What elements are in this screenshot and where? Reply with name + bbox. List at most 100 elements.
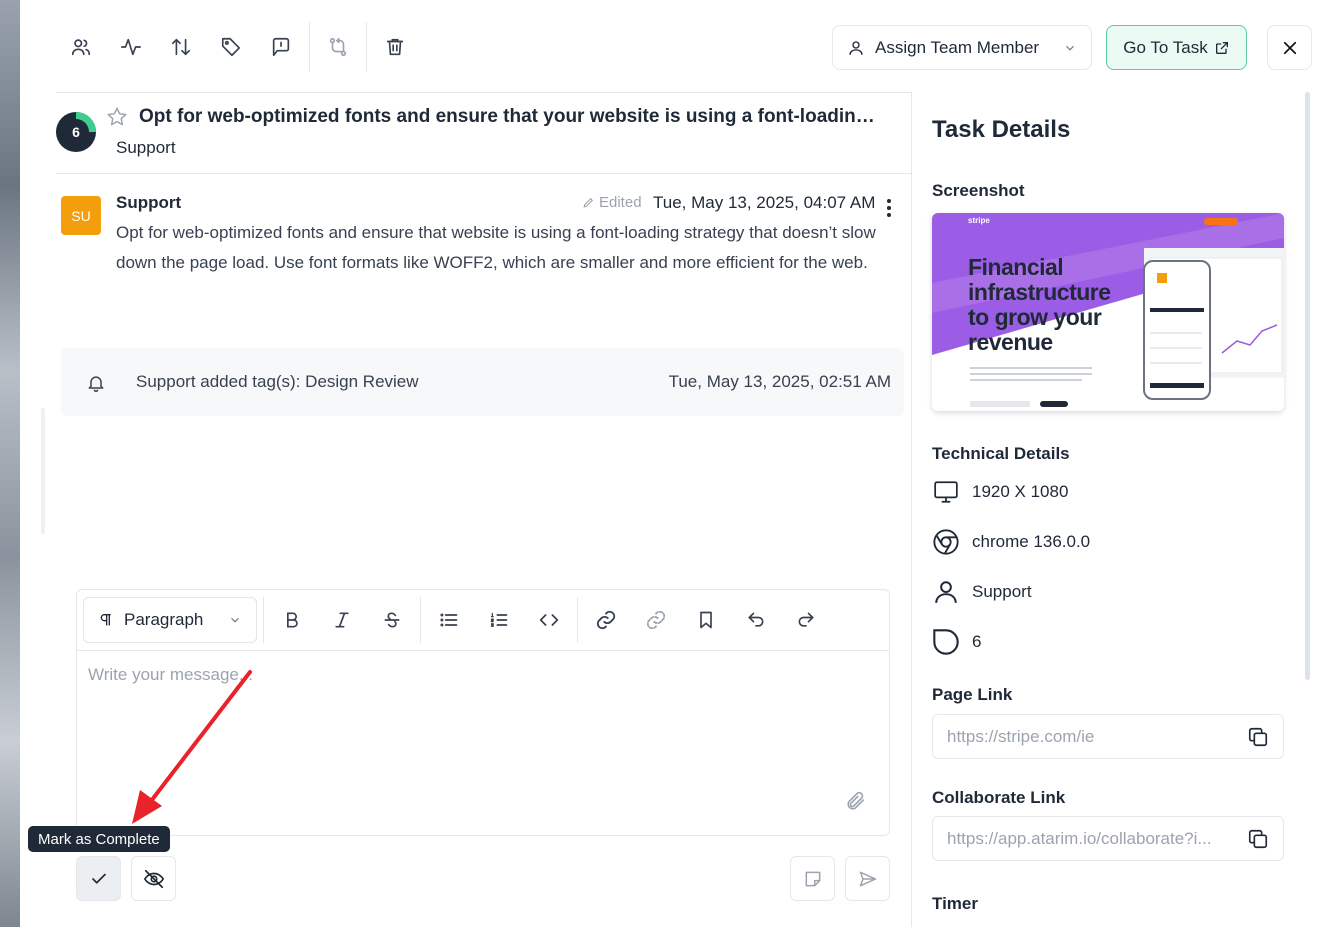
pencil-icon — [583, 197, 594, 208]
send-button[interactable] — [845, 856, 890, 901]
message-body: Opt for web-optimized fonts and ensure t… — [116, 223, 876, 272]
mark-complete-tooltip: Mark as Complete — [28, 826, 170, 852]
redo-icon — [798, 612, 814, 627]
strikethrough-icon — [384, 612, 400, 628]
redo-button[interactable] — [781, 597, 831, 643]
bullet-list-button[interactable] — [424, 597, 474, 643]
task-number-badge: 6 — [56, 112, 96, 152]
copy-icon[interactable] — [1247, 828, 1269, 850]
task-count-icon — [932, 628, 960, 656]
link-icon — [596, 610, 616, 630]
message-date: Tue, May 13, 2025, 04:07 AM — [653, 193, 876, 212]
collaborate-link-value: https://app.atarim.io/collaborate?i... — [947, 828, 1212, 848]
resolution-value: 1920 X 1080 — [972, 482, 1069, 501]
sort-icon[interactable] — [156, 22, 206, 72]
go-to-task-label: Go To Task — [1123, 37, 1208, 57]
message-author: Support — [116, 193, 182, 212]
bullet-list-icon — [440, 613, 458, 627]
monitor-icon — [932, 478, 960, 506]
assign-label: Assign Team Member — [875, 37, 1040, 57]
edited-label: Edited — [599, 194, 642, 211]
timer-label: Timer — [932, 894, 978, 913]
task-number: 6 — [72, 124, 80, 140]
browser-row: chrome 136.0.0 — [932, 527, 1090, 557]
tag-icon[interactable] — [206, 22, 256, 72]
paragraph-label: Paragraph — [124, 610, 204, 629]
avatar: SU — [61, 196, 101, 235]
undo-icon — [748, 612, 764, 627]
trash-icon[interactable] — [370, 22, 420, 72]
task-number-value: 6 — [972, 632, 982, 651]
flag-message-icon[interactable] — [256, 22, 306, 72]
undo-button[interactable] — [731, 597, 781, 643]
task-toolbar — [56, 22, 420, 72]
background-page — [0, 0, 20, 927]
send-icon — [859, 871, 876, 886]
divider — [56, 92, 911, 93]
collaborate-link-field[interactable]: https://app.atarim.io/collaborate?i... — [932, 816, 1284, 861]
bold-icon — [287, 612, 298, 628]
code-icon — [539, 614, 559, 626]
user-row: Support — [932, 577, 1032, 607]
bell-icon — [86, 372, 106, 399]
screenshot-headline: Financial infrastructure to grow your re… — [968, 254, 1111, 355]
edited-indicator: Edited — [582, 194, 642, 211]
activity-date: Tue, May 13, 2025, 02:51 AM — [668, 372, 891, 391]
eye-off-icon — [143, 869, 164, 888]
go-to-task-button[interactable]: Go To Task — [1106, 25, 1247, 70]
screenshot-label: Screenshot — [932, 181, 1025, 200]
task-details-title: Task Details — [932, 116, 1071, 143]
editor-toolbar: Paragraph — [77, 590, 889, 651]
numbered-list-button[interactable] — [474, 597, 524, 643]
chevron-down-icon — [1066, 45, 1074, 51]
users-icon[interactable] — [56, 22, 106, 72]
pilcrow-icon — [100, 614, 111, 626]
task-title[interactable]: Opt for web-optimized fonts and ensure t… — [139, 106, 879, 128]
toolbar-divider — [420, 597, 421, 643]
screenshot-brand: stripe — [968, 216, 990, 225]
paperclip-icon[interactable] — [845, 790, 867, 817]
external-link-icon — [1215, 41, 1228, 54]
annotation-arrow — [132, 670, 252, 824]
toolbar-divider — [366, 22, 367, 72]
resolution-row: 1920 X 1080 — [932, 477, 1068, 507]
page-link-label: Page Link — [932, 685, 1013, 704]
screenshot-thumbnail[interactable]: stripe Financial infrastructure to grow … — [932, 213, 1284, 411]
page-link-field[interactable]: https://stripe.com/ie — [932, 714, 1284, 759]
star-icon[interactable] — [106, 106, 128, 133]
panel-divider — [911, 92, 912, 927]
unlink-button[interactable] — [631, 597, 681, 643]
divider — [56, 173, 911, 174]
close-button[interactable] — [1267, 25, 1312, 70]
italic-icon — [335, 612, 349, 628]
numbered-list-icon — [490, 612, 508, 627]
copy-icon[interactable] — [1247, 726, 1269, 748]
activity-text: Support added tag(s): Design Review — [136, 372, 419, 391]
bookmark-button[interactable] — [681, 597, 731, 643]
italic-button[interactable] — [317, 597, 367, 643]
toolbar-divider — [263, 597, 264, 643]
chevron-down-icon — [231, 617, 239, 623]
unlink-icon — [646, 610, 666, 630]
activity-icon[interactable] — [106, 22, 156, 72]
user-icon — [932, 578, 960, 606]
paragraph-select[interactable]: Paragraph — [83, 597, 257, 643]
task-modal: Assign Team Member Go To Task 6 Opt for … — [20, 0, 1321, 927]
merge-icon[interactable] — [313, 22, 363, 72]
panel-scrollbar[interactable] — [1305, 92, 1310, 680]
scroll-indicator — [41, 408, 45, 534]
task-subtitle: Support — [116, 138, 176, 157]
link-button[interactable] — [581, 597, 631, 643]
chrome-icon — [932, 528, 960, 556]
browser-value: chrome 136.0.0 — [972, 532, 1091, 551]
assign-team-member-dropdown[interactable]: Assign Team Member — [832, 25, 1092, 70]
code-button[interactable] — [524, 597, 574, 643]
hide-button[interactable] — [131, 856, 176, 901]
check-icon — [91, 873, 106, 884]
sticky-note-icon — [805, 871, 820, 886]
mark-complete-button[interactable] — [76, 856, 121, 901]
strikethrough-button[interactable] — [367, 597, 417, 643]
bold-button[interactable] — [267, 597, 317, 643]
user-value: Support — [972, 582, 1032, 601]
note-button[interactable] — [790, 856, 835, 901]
